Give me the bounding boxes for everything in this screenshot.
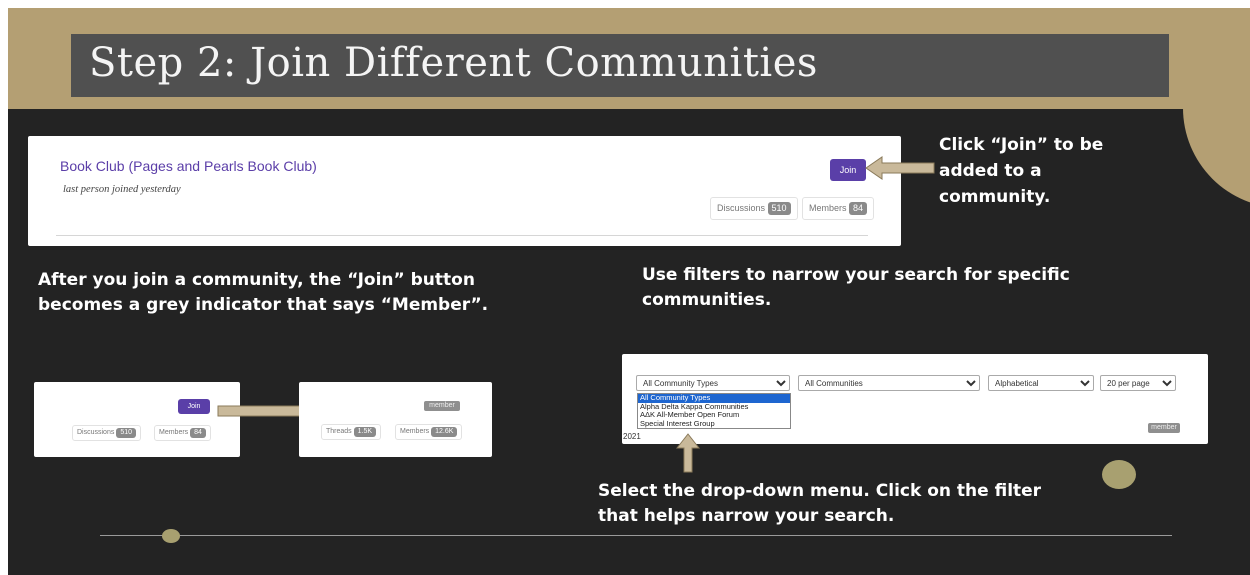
decorative-dot [162, 529, 180, 543]
decorative-circle [1102, 460, 1136, 489]
member-indicator-list: member [1148, 423, 1180, 433]
discussions-count-badge: 510 [116, 428, 136, 438]
join-button-small[interactable]: Join [178, 399, 210, 414]
member-indicator: member [424, 401, 460, 411]
divider-line [100, 535, 1172, 536]
before-join-screenshot: Join Discussions 510 Members 84 [34, 382, 240, 457]
threads-count-badge: 1.5K [353, 427, 377, 437]
community-type-dropdown-list: All Community Types Alpha Delta Kappa Co… [637, 393, 791, 429]
join-button[interactable]: Join [830, 159, 866, 181]
community-subtitle: last person joined yesterday [63, 184, 181, 195]
members-stat-small[interactable]: Members 84 [154, 425, 211, 441]
callout-filters: Use filters to narrow your search for sp… [642, 265, 1070, 310]
members-label: Members [159, 429, 189, 436]
threads-label: Threads [326, 428, 352, 435]
callout-member: After you join a community, the “Join” b… [38, 270, 489, 315]
discussions-stat-small[interactable]: Discussions 510 [72, 425, 141, 441]
community-name-link[interactable]: Book Club (Pages and Pearls Book Club) [60, 158, 317, 174]
members-label: Members [400, 428, 430, 435]
members-count-badge: 12.6K [431, 427, 458, 437]
callout-dropdown: Select the drop-down menu. Click on the … [598, 481, 1042, 526]
discussions-stat[interactable]: Discussions 510 [710, 197, 798, 220]
members-stat-after[interactable]: Members 12.6K [395, 424, 463, 440]
sort-select[interactable]: Alphabetical [988, 375, 1094, 391]
arrow-left-icon [865, 156, 935, 180]
callout-join: Click “Join” to be added to a community. [939, 135, 1104, 207]
members-count-badge: 84 [190, 428, 206, 438]
per-page-select[interactable]: 20 per page [1100, 375, 1176, 391]
after-join-screenshot: member Threads 1.5K Members 12.6K [299, 382, 492, 457]
arrow-up-icon [676, 433, 700, 473]
discussions-label: Discussions [77, 429, 115, 436]
discussions-label: Discussions [717, 203, 766, 213]
dropdown-option[interactable]: Special Interest Group [638, 419, 790, 429]
title-box: Step 2: Join Different Communities [71, 34, 1169, 97]
card-divider [56, 235, 868, 236]
members-stat[interactable]: Members 84 [802, 197, 875, 220]
discussions-count-badge: 510 [767, 202, 791, 215]
year-fragment: 2021 [623, 432, 641, 441]
decorative-swoosh [1183, 108, 1250, 208]
slide: Step 2: Join Different Communities Book … [8, 8, 1250, 575]
filters-screenshot: All Community Types All Communities Alph… [622, 354, 1208, 444]
members-label: Members [809, 203, 847, 213]
community-card-screenshot: Book Club (Pages and Pearls Book Club) l… [28, 136, 901, 246]
community-type-select[interactable]: All Community Types [636, 375, 790, 391]
members-count-badge: 84 [849, 202, 868, 215]
threads-stat[interactable]: Threads 1.5K [321, 424, 382, 440]
slide-title: Step 2: Join Different Communities [89, 40, 818, 86]
community-scope-select[interactable]: All Communities [798, 375, 980, 391]
